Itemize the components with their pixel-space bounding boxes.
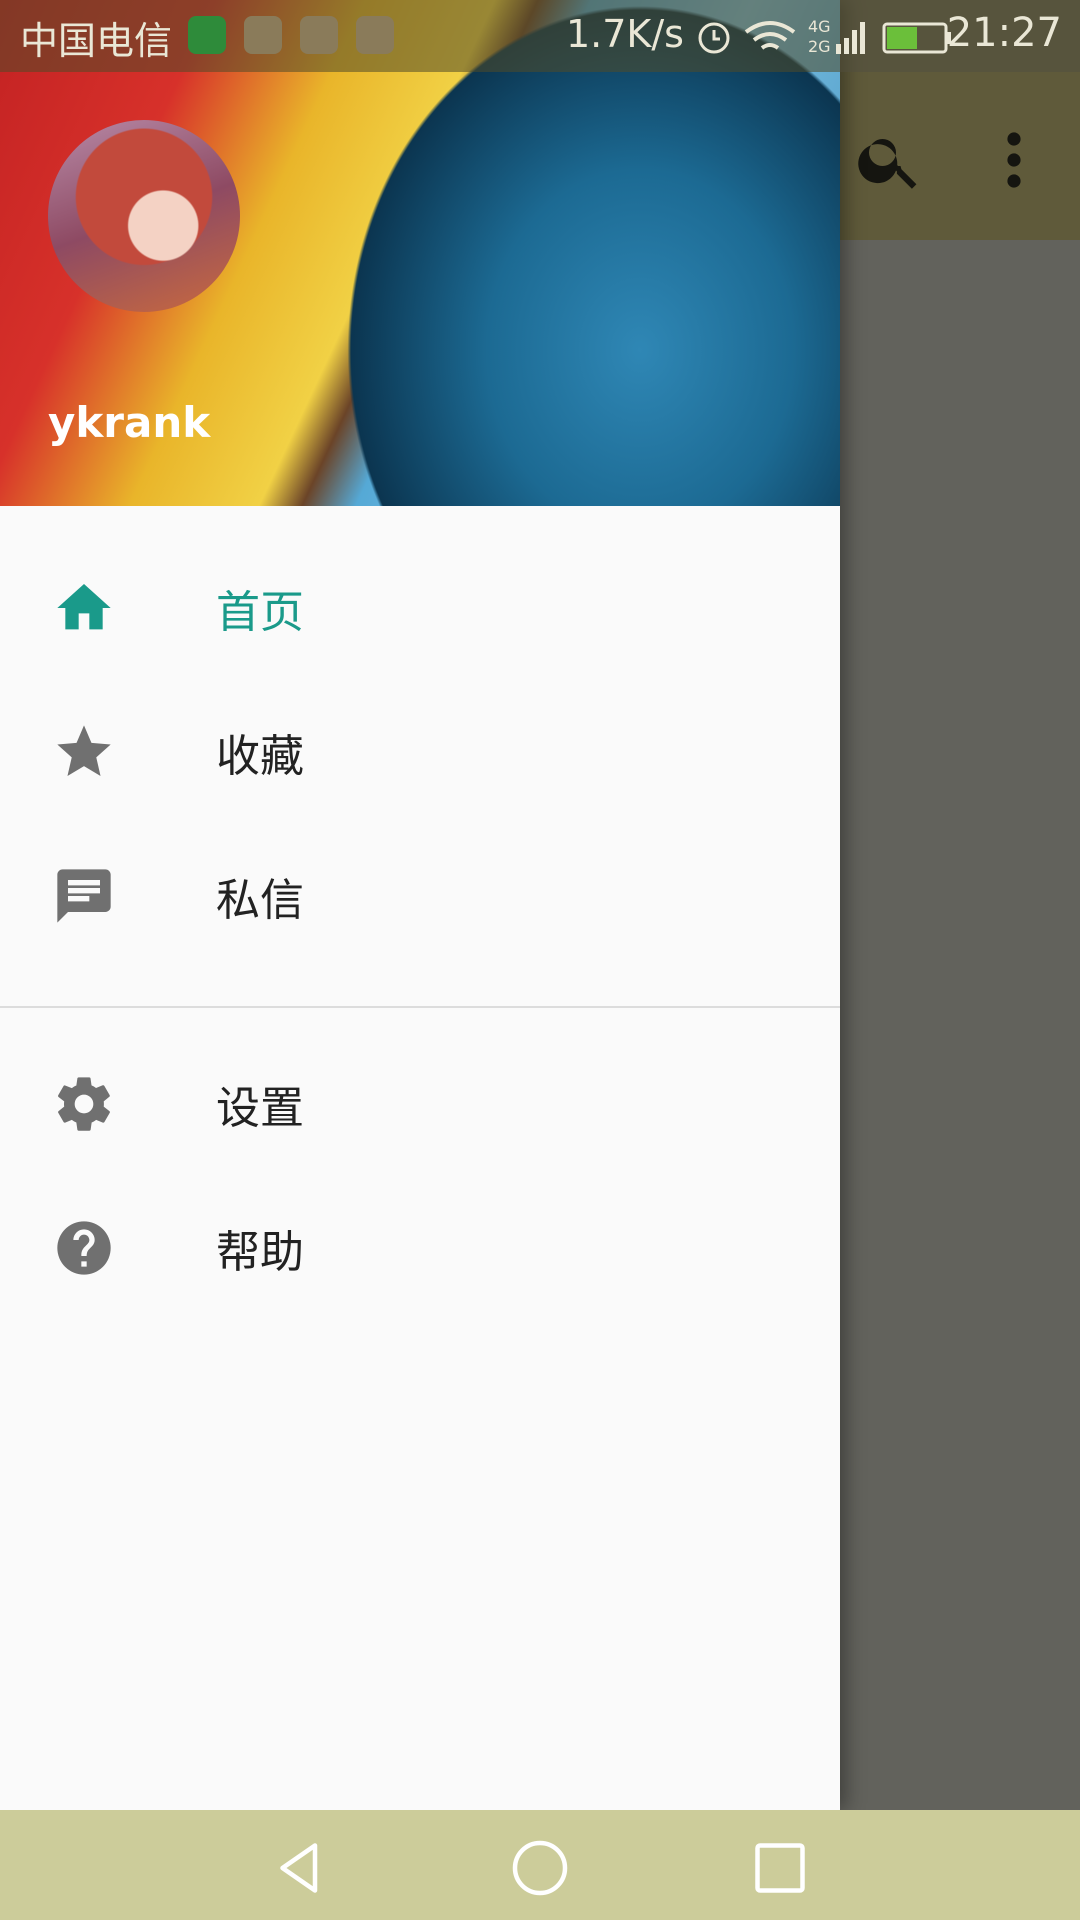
leaf-app-icon: [188, 16, 226, 54]
message-icon: [57, 869, 111, 923]
drawer-menu: 首页 收藏 私信 设置 帮助: [0, 506, 840, 1320]
svg-text:2G: 2G: [808, 37, 831, 56]
avatar[interactable]: [48, 120, 240, 312]
home-button-icon[interactable]: [510, 1838, 570, 1898]
menu-item-help[interactable]: 帮助: [0, 1176, 840, 1320]
menu-item-label: 收藏: [216, 731, 304, 782]
drawer-header: ykrank: [0, 0, 840, 506]
clock: 21:27: [946, 10, 1062, 56]
help-icon: [57, 1221, 111, 1275]
signal-icon: [836, 22, 865, 54]
alarm-icon: [698, 22, 730, 54]
navigation-drawer: ykrank 首页 收藏 私信 设置 帮助: [0, 0, 840, 1810]
carrier-label: 中国电信: [20, 19, 173, 63]
wifi-icon: [744, 21, 796, 50]
system-nav-bar: [0, 1810, 1080, 1920]
network-speed: 1.7K/s: [566, 12, 684, 56]
menu-item-label: 首页: [216, 587, 304, 638]
divider: [0, 1006, 840, 1008]
settings-app-icon: [356, 16, 394, 54]
menu-item-settings[interactable]: 设置: [0, 1032, 840, 1176]
gear-icon: [58, 1077, 110, 1131]
star-icon: [57, 725, 111, 776]
status-bar: 中国电信 1.7K/s 4G 2G 21:27: [0, 0, 1080, 72]
usb-icon: [300, 16, 338, 54]
menu-item-favorites[interactable]: 收藏: [0, 680, 840, 824]
search-icon[interactable]: [854, 124, 926, 196]
system-icons: 4G 2G: [698, 17, 951, 56]
back-icon[interactable]: [270, 1838, 330, 1898]
health-app-icon: [244, 16, 282, 54]
menu-item-messages[interactable]: 私信: [0, 824, 840, 968]
overflow-menu-icon[interactable]: [978, 124, 1050, 196]
home-icon: [57, 584, 111, 630]
menu-item-label: 私信: [216, 875, 304, 926]
battery-icon: [882, 22, 951, 54]
menu-item-home[interactable]: 首页: [0, 536, 840, 680]
notification-icons: [188, 16, 394, 54]
network-type: 4G: [808, 17, 831, 36]
menu-item-label: 设置: [216, 1083, 304, 1134]
recents-icon[interactable]: [750, 1838, 810, 1898]
username[interactable]: ykrank: [48, 398, 210, 447]
menu-item-label: 帮助: [216, 1227, 304, 1278]
